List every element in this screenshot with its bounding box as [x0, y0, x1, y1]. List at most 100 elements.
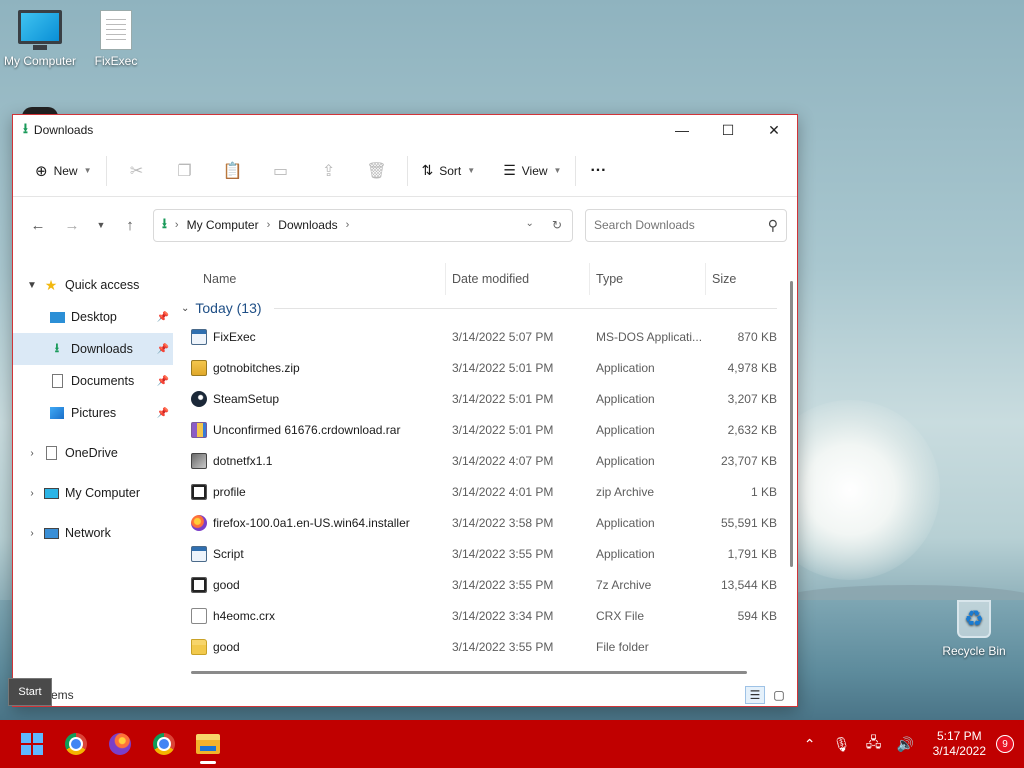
- sidebar-item-downloads[interactable]: ⭳ Downloads 📌: [13, 333, 173, 365]
- sidebar-item-label: Documents: [71, 374, 135, 388]
- details-view-button[interactable]: ☰: [745, 686, 765, 704]
- search-input[interactable]: [594, 218, 754, 232]
- address-bar[interactable]: ⭳ › My Computer › Downloads › ⌄ ↻: [153, 208, 573, 242]
- delete-icon[interactable]: 🗑: [353, 153, 401, 189]
- toolbar-divider: [105, 155, 107, 186]
- volume-icon[interactable]: 🔊: [895, 736, 917, 753]
- chevron-right-icon[interactable]: ›: [21, 528, 43, 539]
- file-type-icon: [191, 545, 207, 562]
- sort-button[interactable]: ⇅ Sort ▼: [414, 153, 484, 189]
- group-label: Today (13): [195, 300, 262, 316]
- taskbar-chrome-2[interactable]: [142, 722, 186, 766]
- column-header-type[interactable]: Type: [589, 263, 705, 295]
- chevron-down-icon[interactable]: ▼: [21, 280, 43, 291]
- copy-icon[interactable]: ❐: [161, 153, 209, 189]
- chevron-up-icon[interactable]: ⌃: [799, 736, 821, 753]
- horizontal-scrollbar[interactable]: [191, 671, 747, 674]
- view-list-icon: ☰: [503, 162, 516, 178]
- taskbar-chrome[interactable]: [54, 722, 98, 766]
- vertical-scrollbar[interactable]: [790, 281, 793, 567]
- search-icon: ⚲: [767, 216, 778, 233]
- sidebar-item-documents[interactable]: Documents 📌: [13, 365, 173, 397]
- sidebar-item-desktop[interactable]: Desktop 📌: [13, 301, 173, 333]
- cell-type: Application: [596, 422, 655, 437]
- search-box[interactable]: ⚲: [585, 208, 787, 242]
- file-name: gotnobitches.zip: [213, 360, 300, 375]
- chevron-down-icon[interactable]: ⌄: [526, 218, 534, 232]
- sidebar-item-onedrive[interactable]: › OneDrive: [13, 437, 173, 469]
- new-button[interactable]: ⊕ New ▼: [27, 153, 100, 189]
- file-type-icon: [191, 607, 207, 624]
- group-divider: [273, 307, 777, 309]
- cut-icon[interactable]: ✂: [113, 153, 161, 189]
- table-row[interactable]: good 3/14/2022 3:55 PM File folder: [173, 631, 797, 662]
- breadcrumb-my-computer[interactable]: My Computer: [187, 218, 259, 232]
- share-icon[interactable]: ⇪: [305, 153, 353, 189]
- view-button[interactable]: ☰ View ▼: [495, 153, 569, 189]
- rename-icon[interactable]: ▭: [257, 153, 305, 189]
- pin-icon[interactable]: 📌: [157, 376, 169, 387]
- column-header-name[interactable]: Name: [173, 263, 445, 295]
- table-row[interactable]: profile 3/14/2022 4:01 PM zip Archive 1 KB: [173, 476, 797, 507]
- chevron-right-icon[interactable]: ›: [21, 488, 43, 499]
- recent-locations-button[interactable]: ▼: [89, 209, 113, 241]
- cell-size: 1,791 KB: [727, 546, 777, 561]
- table-row[interactable]: dotnetfx1.1 3/14/2022 4:07 PM Application 2…: [173, 445, 797, 476]
- microphone-icon[interactable]: 🎙: [831, 736, 853, 753]
- desktop-icon-fixexec[interactable]: FixExec: [76, 10, 156, 68]
- toolbar-divider: [406, 155, 408, 186]
- column-header-date-modified[interactable]: Date modified: [445, 263, 589, 295]
- back-button[interactable]: ←: [21, 209, 55, 241]
- up-button[interactable]: ↑: [113, 209, 147, 241]
- notification-badge[interactable]: 9: [996, 735, 1014, 753]
- taskbar-file-explorer[interactable]: [186, 722, 230, 766]
- title-bar[interactable]: ⭳ Downloads — ☐ ✕: [13, 115, 797, 145]
- table-row[interactable]: Unconfirmed 61676.crdownload.rar 3/14/202…: [173, 414, 797, 445]
- cell-type: Application: [596, 453, 655, 468]
- new-button-label: New: [53, 163, 78, 178]
- pin-icon[interactable]: 📌: [157, 344, 169, 355]
- cell-name: Script: [173, 545, 445, 562]
- tiles-view-button[interactable]: ▢: [769, 686, 789, 704]
- pin-icon[interactable]: 📌: [157, 408, 169, 419]
- close-button[interactable]: ✕: [751, 115, 797, 145]
- minimize-button[interactable]: —: [659, 115, 705, 145]
- start-button[interactable]: [10, 722, 54, 766]
- firefox-icon: [109, 733, 131, 755]
- chevron-right-icon[interactable]: ›: [21, 448, 43, 459]
- sidebar-item-network[interactable]: › Network: [13, 517, 173, 549]
- more-options-button[interactable]: ···: [582, 153, 614, 189]
- table-row[interactable]: SteamSetup 3/14/2022 5:01 PM Application 3,…: [173, 383, 797, 414]
- cell-type: 7z Archive: [596, 577, 652, 592]
- chrome-icon: [153, 733, 175, 755]
- file-type-icon: [191, 359, 207, 376]
- sidebar-item-pictures[interactable]: Pictures 📌: [13, 397, 173, 429]
- desktop-icon-recycle-bin[interactable]: ♻ Recycle Bin: [934, 600, 1014, 658]
- file-type-icon: [191, 328, 207, 345]
- table-row[interactable]: good 3/14/2022 3:55 PM 7z Archive 13,544 KB: [173, 569, 797, 600]
- column-headers: Name Date modified Type Size: [173, 263, 797, 295]
- refresh-icon[interactable]: ↻: [552, 218, 562, 232]
- table-row[interactable]: gotnobitches.zip 3/14/2022 5:01 PM Applica…: [173, 352, 797, 383]
- table-row[interactable]: Script 3/14/2022 3:55 PM Application 1,791 …: [173, 538, 797, 569]
- taskbar-firefox[interactable]: [98, 722, 142, 766]
- cell-date-modified: 3/14/2022 5:01 PM: [452, 360, 554, 375]
- paste-icon[interactable]: 📋: [209, 153, 257, 189]
- table-row[interactable]: firefox-100.0a1.en-US.win64.installer 3/1…: [173, 507, 797, 538]
- group-header-today[interactable]: ⌄ Today (13): [173, 295, 797, 321]
- sidebar-item-my-computer[interactable]: › My Computer: [13, 477, 173, 509]
- pin-icon[interactable]: 📌: [157, 312, 169, 323]
- maximize-button[interactable]: ☐: [705, 115, 751, 145]
- forward-button[interactable]: →: [55, 209, 89, 241]
- table-row[interactable]: FixExec 3/14/2022 5:07 PM MS-DOS Applicati…: [173, 321, 797, 352]
- more-icon: ···: [590, 161, 607, 179]
- network-icon[interactable]: 🖧: [863, 732, 885, 756]
- pictures-icon: [49, 406, 65, 420]
- cell-date-modified: 3/14/2022 3:58 PM: [452, 515, 554, 530]
- sidebar-item-quick-access[interactable]: ▼ ★ Quick access: [13, 269, 173, 301]
- clock[interactable]: 5:17 PM 3/14/2022: [933, 729, 986, 759]
- column-header-size[interactable]: Size: [705, 263, 781, 295]
- breadcrumb-downloads[interactable]: Downloads: [278, 218, 337, 232]
- desktop-icon-my-computer[interactable]: My Computer: [0, 10, 80, 68]
- table-row[interactable]: h4eomc.crx 3/14/2022 3:34 PM CRX File 594 K…: [173, 600, 797, 631]
